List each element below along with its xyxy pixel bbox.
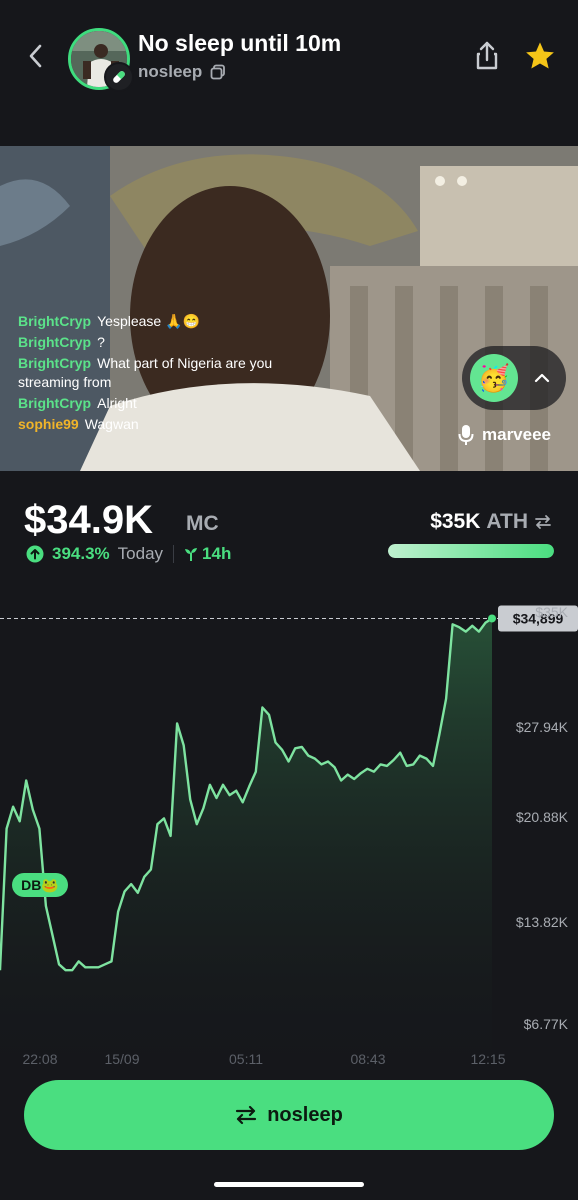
- reaction-selector[interactable]: 🥳: [462, 346, 566, 410]
- change-row: 394.3% Today 14h: [26, 544, 231, 564]
- pill-badge: [104, 62, 134, 92]
- y-tick-label: $6.77K: [524, 1016, 569, 1032]
- divider: [173, 545, 175, 563]
- swap-icon: [236, 1105, 257, 1125]
- chat-username[interactable]: BrightCryp: [18, 355, 91, 371]
- ath-value: $35K: [430, 510, 481, 533]
- chat-text: Alright: [97, 395, 137, 411]
- price-chart[interactable]: $34,899DB🐸 $35K$27.94K$20.88K$13.82K$6.7…: [0, 582, 578, 1082]
- live-stream-video[interactable]: BrightCryp Yesplease 🙏😁 BrightCryp? Brigh…: [0, 146, 578, 471]
- market-cap-value: $34.9K: [24, 498, 153, 542]
- change-percent: 394.3%: [52, 544, 110, 563]
- live-chat: BrightCryp Yesplease 🙏😁 BrightCryp? Brigh…: [18, 312, 308, 436]
- chat-message: sophie99 Wagwan: [18, 415, 308, 434]
- chat-message: BrightCryp?: [18, 333, 308, 352]
- x-tick-label: 12:15: [470, 1051, 505, 1067]
- share-icon: [476, 41, 498, 70]
- market-stats: $34.9K MC 394.3% Today 14h $35K ATH: [0, 472, 578, 582]
- ath-label: ATH: [486, 510, 528, 533]
- chevron-up-icon[interactable]: [532, 368, 552, 388]
- chart-marker-label[interactable]: DB🐸: [21, 877, 59, 893]
- y-tick-label: $13.82K: [516, 914, 569, 930]
- y-tick-label: $27.94K: [516, 719, 569, 735]
- x-tick-label: 05:11: [229, 1051, 263, 1067]
- copy-icon[interactable]: [210, 64, 226, 80]
- swap-icon[interactable]: [534, 513, 552, 531]
- home-indicator: [214, 1182, 364, 1187]
- x-tick-label: 22:08: [22, 1051, 57, 1067]
- token-handle: nosleep: [138, 62, 203, 81]
- host-name: marveee: [482, 425, 552, 444]
- header-bar: No sleep until 10m nosleep: [0, 0, 578, 145]
- token-title: No sleep until 10m: [138, 30, 342, 56]
- x-tick-label: 08:43: [350, 1051, 385, 1067]
- arrow-up-circle-icon: [26, 545, 44, 563]
- chat-message: BrightCryp Yesplease 🙏😁: [18, 312, 308, 331]
- microphone-icon: [458, 425, 474, 445]
- y-tick-label: $20.88K: [516, 809, 569, 825]
- y-tick-label: $35K: [535, 604, 568, 620]
- sprout-icon: [185, 548, 198, 561]
- back-button[interactable]: [22, 40, 50, 72]
- ath-progress-bar: [388, 544, 554, 558]
- x-tick-label: 15/09: [104, 1051, 139, 1067]
- chat-message: BrightCryp Alright: [18, 394, 308, 413]
- chat-text: Yesplease 🙏😁: [97, 313, 200, 329]
- ath-progress-fill: [388, 544, 554, 558]
- share-button[interactable]: [472, 40, 502, 72]
- change-period: Today: [117, 544, 164, 563]
- chat-text: ?: [97, 334, 105, 350]
- token-age: 14h: [202, 544, 232, 563]
- ath-row[interactable]: $35K ATH: [430, 510, 552, 534]
- trade-button-label: nosleep: [267, 1103, 343, 1126]
- chart-area-fill: [0, 618, 492, 1069]
- chat-username[interactable]: BrightCryp: [18, 313, 91, 329]
- current-price-dot: [488, 614, 496, 623]
- chat-message: BrightCryp What part of Nigeria are you s…: [18, 354, 308, 392]
- star-icon: [526, 42, 554, 69]
- chat-username[interactable]: sophie99: [18, 416, 79, 432]
- chevron-left-icon: [29, 44, 42, 68]
- pill-icon: [113, 71, 125, 83]
- host-label: marveee: [458, 424, 551, 446]
- market-cap-label: MC: [186, 512, 219, 535]
- chat-text: Wagwan: [84, 416, 139, 432]
- chat-username[interactable]: BrightCryp: [18, 395, 91, 411]
- trade-button[interactable]: nosleep: [24, 1080, 554, 1150]
- token-handle-row[interactable]: nosleep: [138, 62, 226, 82]
- chat-username[interactable]: BrightCryp: [18, 334, 91, 350]
- favorite-button[interactable]: [524, 40, 556, 72]
- reaction-button[interactable]: 🥳: [470, 354, 518, 402]
